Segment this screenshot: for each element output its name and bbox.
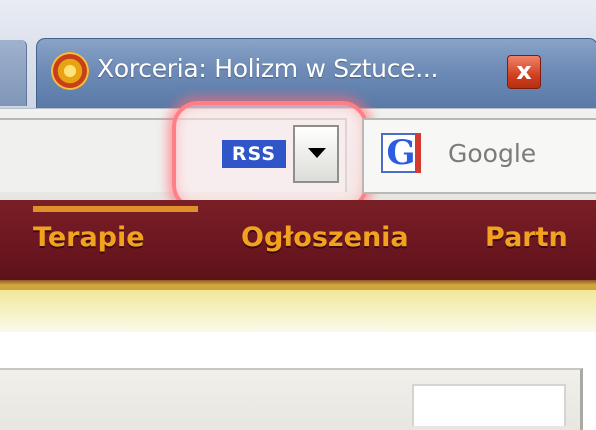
rss-feed-icon[interactable]: RSS xyxy=(222,140,286,168)
nav-item-terapie[interactable]: Terapie xyxy=(33,222,145,253)
google-icon[interactable]: G xyxy=(381,133,421,173)
search-engine-label: Google xyxy=(448,139,537,168)
nav-item-partnerzy[interactable]: Partn xyxy=(485,222,568,253)
tab-title: Xorceria: Holizm w Sztuce... xyxy=(97,54,439,83)
rss-dropdown-button[interactable] xyxy=(293,125,339,183)
content-inner-box xyxy=(412,384,566,426)
tab-close-button[interactable]: x xyxy=(507,55,541,89)
tab-previous[interactable] xyxy=(0,40,27,106)
nav-active-indicator xyxy=(33,206,198,212)
nav-item-ogloszenia[interactable]: Ogłoszenia xyxy=(241,222,409,253)
nav-cream-band xyxy=(0,290,596,332)
nav-gold-divider xyxy=(0,280,596,290)
site-favicon-icon xyxy=(51,52,89,90)
